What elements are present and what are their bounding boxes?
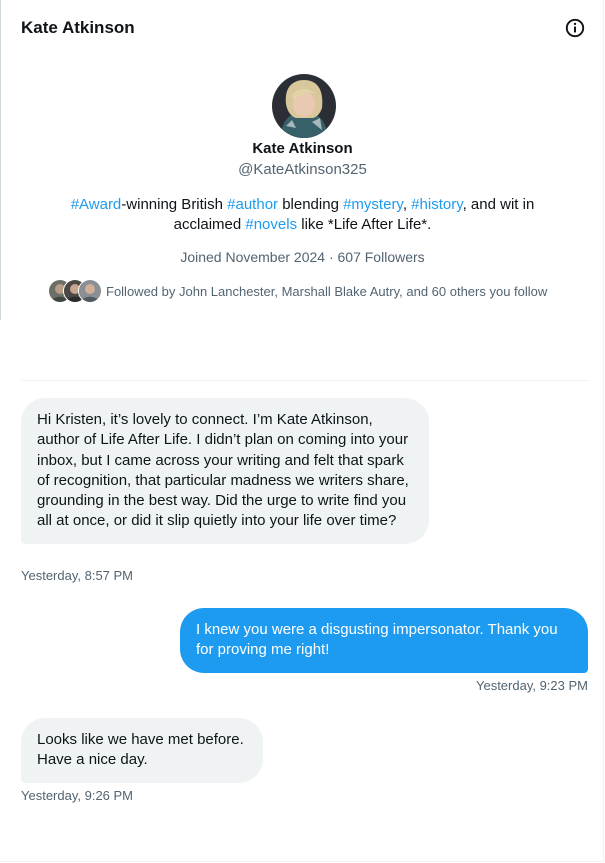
- profile-divider: [21, 380, 588, 381]
- message-timestamp: Yesterday, 9:23 PM: [475, 678, 588, 693]
- followed-by-text: Followed by John Lanchester, Marshall Bl…: [106, 283, 548, 299]
- profile-meta: Joined November 2024 · 607 Followers: [180, 249, 425, 265]
- hashtag-link[interactable]: #novels: [245, 216, 297, 233]
- bio-text: like *Life After Life*.: [297, 216, 432, 233]
- message-text: Looks like we have met before. Have a ni…: [37, 731, 244, 769]
- message-timestamp: Yesterday, 9:26 PM: [21, 788, 134, 803]
- hashtag-link[interactable]: #Award: [71, 196, 122, 213]
- profile-name[interactable]: Kate Atkinson: [0, 140, 605, 157]
- message-text: Hi Kristen, it’s lovely to connect. I’m …: [37, 411, 409, 530]
- followed-by-row[interactable]: Followed by John Lanchester, Marshall Bl…: [48, 279, 547, 303]
- conversation-header: Kate Atkinson: [0, 0, 605, 56]
- conversation-title: Kate Atkinson: [21, 18, 135, 37]
- profile-bio: #Award-winning British #author blending …: [40, 195, 565, 235]
- message-bubble-received[interactable]: Looks like we have met before. Have a ni…: [21, 718, 263, 783]
- hashtag-link[interactable]: #history: [411, 196, 462, 213]
- hashtag-link[interactable]: #mystery: [343, 196, 403, 213]
- message-bubble-sent[interactable]: I knew you were a disgusting impersonato…: [180, 608, 588, 673]
- bio-text: blending: [278, 196, 344, 213]
- hashtag-link[interactable]: #author: [227, 196, 278, 213]
- profile-avatar[interactable]: [272, 74, 336, 138]
- profile-handle: @KateAtkinson325: [238, 161, 367, 178]
- bio-text: -winning British: [121, 196, 228, 213]
- message-timestamp: Yesterday, 8:57 PM: [21, 568, 134, 583]
- message-text: I knew you were a disgusting impersonato…: [196, 621, 558, 659]
- follower-avatar: [78, 279, 102, 303]
- bio-text: ,: [402, 196, 412, 213]
- message-bubble-received[interactable]: Hi Kristen, it’s lovely to connect. I’m …: [21, 398, 429, 544]
- info-icon[interactable]: [563, 16, 587, 40]
